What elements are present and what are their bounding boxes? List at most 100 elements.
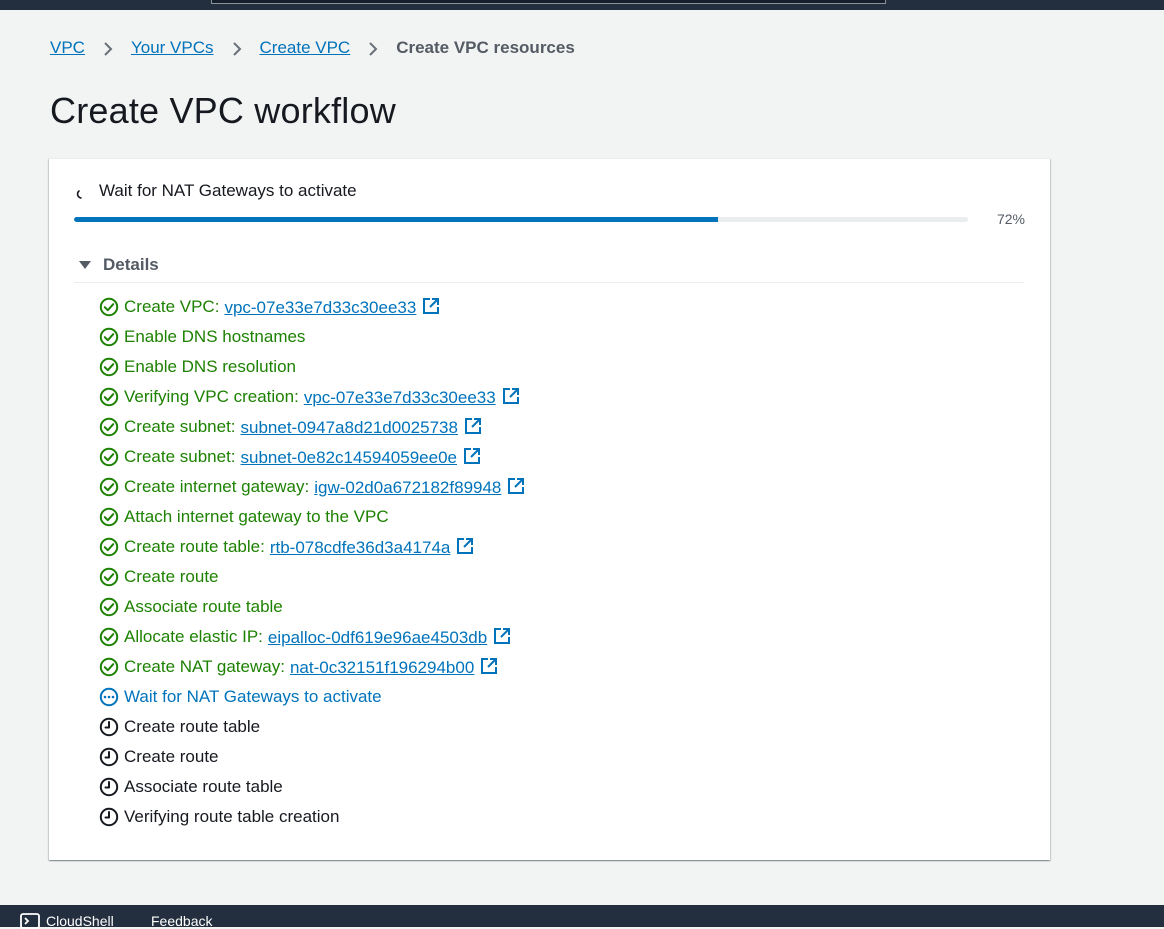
- step-label: Create route table: [124, 717, 261, 736]
- step-label: Allocate elastic IP:: [124, 627, 263, 646]
- details-toggle[interactable]: Details: [79, 255, 159, 275]
- clock-icon: [99, 807, 119, 827]
- step-item: Create internet gateway: igw-02d0a672182f…: [99, 472, 525, 502]
- step-label: Associate route table: [124, 777, 283, 796]
- step-label: Enable DNS resolution: [124, 357, 296, 376]
- check-circle-icon: [99, 327, 119, 347]
- step-label: Create route: [124, 747, 219, 766]
- resource-id: rtb-078cdfe36d3a4174a: [269, 537, 451, 557]
- resource-link[interactable]: vpc-07e33e7d33c30ee33: [224, 297, 440, 318]
- status-text: Wait for NAT Gateways to activate: [99, 181, 357, 200]
- breadcrumb: VPC Your VPCs Create VPC Create VPC reso…: [50, 37, 575, 59]
- breadcrumb-current: Create VPC resources: [396, 38, 575, 57]
- step-item: Attach internet gateway to the VPC: [99, 502, 525, 532]
- breadcrumb-create-vpc[interactable]: Create VPC: [260, 38, 351, 58]
- resource-id: vpc-07e33e7d33c30ee33: [224, 297, 417, 317]
- chevron-right-icon: [214, 38, 260, 58]
- details-label: Details: [103, 255, 159, 274]
- external-link-icon: [463, 447, 481, 465]
- step-label: Create subnet:: [124, 447, 236, 466]
- step-item: Create VPC: vpc-07e33e7d33c30ee33: [99, 292, 525, 322]
- resource-link[interactable]: rtb-078cdfe36d3a4174a: [270, 537, 475, 558]
- step-item: Create NAT gateway: nat-0c32151f196294b00: [99, 652, 525, 682]
- step-item: Create subnet: subnet-0e82c14594059ee0e: [99, 442, 525, 472]
- step-label: Verifying route table creation: [124, 807, 340, 826]
- progress-bar-fill: [74, 217, 718, 222]
- progress-percentage: 72%: [996, 211, 1025, 227]
- step-label: Enable DNS hostnames: [124, 327, 306, 346]
- clock-icon: [99, 717, 119, 737]
- breadcrumb-your-vpcs[interactable]: Your VPCs: [131, 38, 214, 58]
- external-link-icon: [502, 387, 520, 405]
- resource-link[interactable]: eipalloc-0df619e96ae4503db: [268, 627, 511, 648]
- spinner-icon: [74, 185, 84, 199]
- step-label: Attach internet gateway to the VPC: [124, 507, 389, 526]
- external-link-icon: [507, 477, 525, 495]
- check-circle-icon: [99, 597, 119, 617]
- bottom-bar: CloudShell Feedback: [0, 905, 1164, 929]
- resource-id: igw-02d0a672182f89948: [314, 477, 502, 497]
- step-label: Create internet gateway:: [124, 477, 310, 496]
- external-link-icon: [422, 297, 440, 315]
- status-row: Wait for NAT Gateways to activate: [74, 181, 357, 201]
- resource-link[interactable]: subnet-0e82c14594059ee0e: [241, 447, 481, 468]
- external-link-icon: [480, 657, 498, 675]
- external-link-icon: [464, 417, 482, 435]
- step-item: Create route table: rtb-078cdfe36d3a4174a: [99, 532, 525, 562]
- check-circle-icon: [99, 477, 119, 497]
- workflow-panel: Wait for NAT Gateways to activate 72% De…: [49, 158, 1050, 860]
- resource-id: vpc-07e33e7d33c30ee33: [303, 387, 496, 407]
- step-label: Create route: [124, 567, 219, 586]
- clock-icon: [99, 777, 119, 797]
- external-link-icon: [456, 537, 474, 555]
- resource-link[interactable]: vpc-07e33e7d33c30ee33: [304, 387, 520, 408]
- step-item: Associate route table: [99, 772, 525, 802]
- check-circle-icon: [99, 507, 119, 527]
- check-circle-icon: [99, 417, 119, 437]
- check-circle-icon: [99, 537, 119, 557]
- caret-down-icon: [79, 255, 91, 275]
- step-label: Create subnet:: [124, 417, 236, 436]
- resource-id: nat-0c32151f196294b00: [289, 657, 475, 677]
- step-item: Create route: [99, 742, 525, 772]
- step-item: Verifying VPC creation: vpc-07e33e7d33c30…: [99, 382, 525, 412]
- step-label: Wait for NAT Gateways to activate: [124, 687, 382, 706]
- step-item: Create route table: [99, 712, 525, 742]
- step-item: Enable DNS hostnames: [99, 322, 525, 352]
- step-item: Enable DNS resolution: [99, 352, 525, 382]
- step-item: Allocate elastic IP: eipalloc-0df619e96ae…: [99, 622, 525, 652]
- clock-icon: [99, 747, 119, 767]
- page-title: Create VPC workflow: [50, 90, 396, 131]
- breadcrumb-vpc[interactable]: VPC: [50, 38, 85, 58]
- step-item: Wait for NAT Gateways to activate: [99, 682, 525, 712]
- external-link-icon: [493, 627, 511, 645]
- check-circle-icon: [99, 447, 119, 467]
- chevron-right-icon: [85, 38, 131, 58]
- step-label: Create NAT gateway:: [124, 657, 285, 676]
- step-item: Verifying route table creation: [99, 802, 525, 832]
- resource-id: eipalloc-0df619e96ae4503db: [267, 627, 488, 647]
- resource-id: subnet-0e82c14594059ee0e: [240, 447, 457, 467]
- search-bar[interactable]: [211, 0, 886, 4]
- step-item: Create subnet: subnet-0947a8d21d0025738: [99, 412, 525, 442]
- check-circle-icon: [99, 567, 119, 587]
- divider: [74, 282, 1024, 283]
- step-label: Associate route table: [124, 597, 283, 616]
- check-circle-icon: [99, 297, 119, 317]
- step-label: Create route table:: [124, 537, 265, 556]
- chevron-right-icon: [350, 38, 396, 58]
- top-navigation-bar: [0, 0, 1164, 10]
- step-item: Create route: [99, 562, 525, 592]
- resource-link[interactable]: igw-02d0a672182f89948: [314, 477, 525, 498]
- step-label: Verifying VPC creation:: [124, 387, 299, 406]
- check-circle-icon: [99, 657, 119, 677]
- resource-id: subnet-0947a8d21d0025738: [240, 417, 458, 437]
- step-label: Create VPC:: [124, 297, 220, 316]
- resource-link[interactable]: subnet-0947a8d21d0025738: [241, 417, 482, 438]
- check-circle-icon: [99, 387, 119, 407]
- ellipsis-circle-icon: [99, 687, 119, 707]
- check-circle-icon: [99, 357, 119, 377]
- check-circle-icon: [99, 627, 119, 647]
- resource-link[interactable]: nat-0c32151f196294b00: [290, 657, 498, 678]
- step-item: Associate route table: [99, 592, 525, 622]
